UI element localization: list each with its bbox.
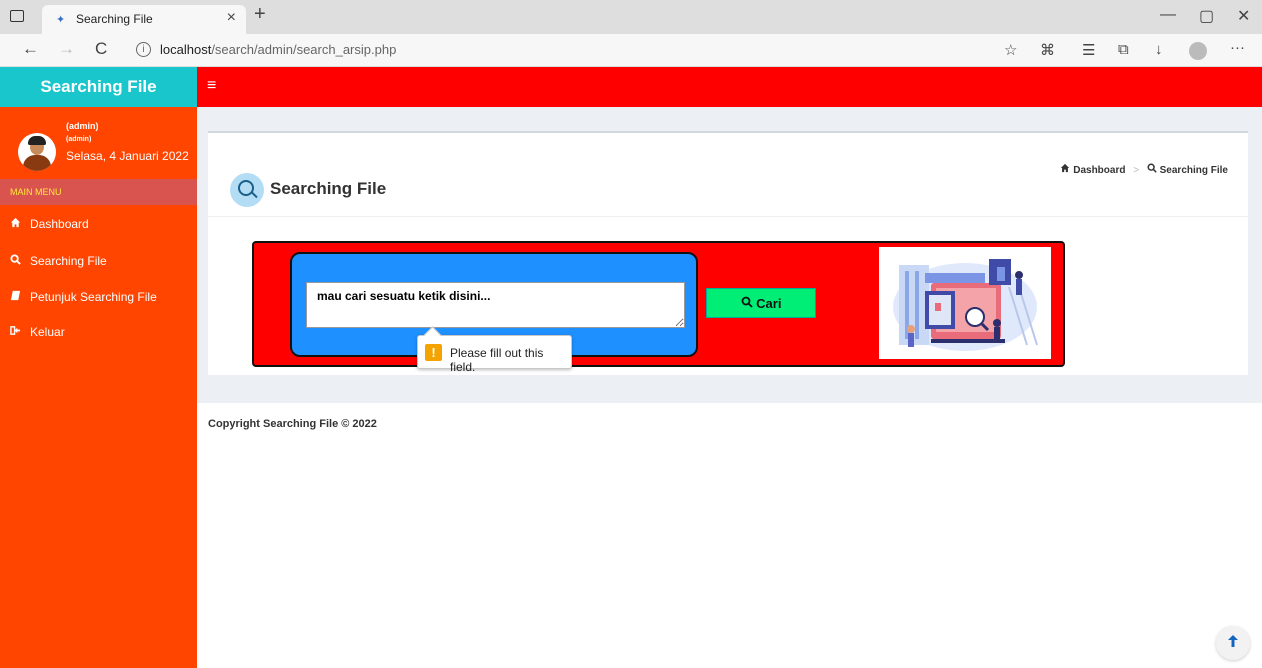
avatar	[18, 133, 56, 171]
tab-actions-icon[interactable]	[10, 10, 24, 22]
search-button[interactable]: Cari	[706, 288, 816, 318]
site-info-icon[interactable]: i	[136, 42, 151, 57]
extensions-icon[interactable]: ⌘	[1040, 41, 1055, 59]
search-panel: Cari	[252, 241, 1065, 367]
warning-icon: !	[425, 344, 442, 361]
sidebar-item-keluar[interactable]: Keluar	[0, 317, 197, 347]
sidebar-item-label: Keluar	[30, 325, 65, 339]
minimize-icon[interactable]: —	[1160, 6, 1176, 24]
favorites-list-icon[interactable]: ☰	[1082, 41, 1095, 59]
scroll-top-button[interactable]	[1216, 626, 1250, 660]
sidebar-item-searching-file[interactable]: Searching File	[0, 246, 197, 276]
main-card: Searching File Dashboard > Searching Fil…	[208, 131, 1248, 375]
search-input[interactable]	[306, 282, 685, 328]
sidebar: Searching File (admin) (admin) Selasa, 4…	[0, 67, 197, 668]
tab-favicon-icon: ✦	[56, 14, 66, 26]
breadcrumb-separator: >	[1133, 165, 1140, 176]
sidebar-item-petunjuk[interactable]: Petunjuk Searching File	[0, 282, 197, 312]
url-field[interactable]: i localhost/search/admin/search_arsip.ph…	[126, 38, 988, 63]
user-panel: (admin) (admin) Selasa, 4 Januari 2022	[0, 107, 197, 179]
url-text: localhost/search/admin/search_arsip.php	[160, 42, 396, 57]
sidebar-item-label: Petunjuk Searching File	[30, 290, 157, 304]
back-icon[interactable]: ←	[22, 39, 39, 59]
top-navbar: ≡	[197, 67, 1262, 107]
more-icon[interactable]: ···	[1230, 39, 1245, 56]
home-icon	[10, 209, 30, 239]
collections-icon[interactable]: ⧉	[1118, 41, 1129, 58]
footer-copyright: Copyright Searching File © 2022	[208, 418, 377, 430]
validation-tooltip: ! Please fill out this field.	[417, 335, 572, 374]
sign-out-icon	[10, 317, 30, 347]
arrow-up-icon	[1228, 634, 1238, 651]
page-title: Searching File	[270, 179, 387, 198]
search-button-label: Cari	[756, 295, 782, 311]
downloads-icon[interactable]: ↓	[1155, 41, 1163, 58]
tab-title: Searching File	[76, 12, 153, 26]
search-icon	[741, 296, 757, 311]
breadcrumb-current: Searching File	[1159, 165, 1228, 176]
brand-logo[interactable]: Searching File	[0, 67, 197, 107]
profile-avatar[interactable]	[1189, 42, 1207, 60]
url-path: /search/admin/search_arsip.php	[211, 42, 397, 57]
search-icon	[10, 246, 30, 276]
tab-close-icon[interactable]: ×	[227, 9, 236, 27]
restore-icon[interactable]: ▢	[1199, 6, 1214, 26]
browser-tab-bar: ✦ Searching File × + — ▢ ✕	[0, 0, 1262, 34]
sidebar-item-label: Dashboard	[30, 217, 89, 231]
menu-header: MAIN MENU	[0, 179, 197, 205]
search-title-icon	[230, 173, 264, 207]
sidebar-item-dashboard[interactable]: Dashboard	[0, 209, 197, 239]
user-date: Selasa, 4 Januari 2022	[66, 149, 189, 163]
book-icon	[10, 282, 30, 312]
breadcrumb: Dashboard > Searching File	[1060, 163, 1228, 176]
forward-icon[interactable]: →	[58, 39, 75, 59]
breadcrumb-home-icon	[1060, 163, 1073, 176]
tooltip-message: Please fill out this field.	[450, 346, 544, 374]
sidebar-item-label: Searching File	[30, 254, 107, 268]
window-close-icon[interactable]: ✕	[1237, 6, 1250, 26]
breadcrumb-search-icon	[1147, 163, 1160, 176]
user-name: (admin)	[66, 121, 99, 131]
user-role: (admin)	[66, 136, 92, 143]
url-host: localhost	[160, 42, 212, 57]
search-illustration	[879, 247, 1051, 359]
reload-icon[interactable]: C	[95, 39, 107, 59]
breadcrumb-dashboard[interactable]: Dashboard	[1073, 165, 1125, 176]
menu-toggle-icon[interactable]: ≡	[207, 77, 216, 95]
new-tab-icon[interactable]: +	[254, 3, 266, 26]
card-header: Searching File Dashboard > Searching Fil…	[208, 133, 1248, 217]
browser-address-bar: ← → C i localhost/search/admin/search_ar…	[0, 34, 1262, 67]
browser-tab[interactable]: ✦ Searching File ×	[42, 5, 246, 34]
favorite-icon[interactable]: ☆	[1004, 41, 1017, 59]
